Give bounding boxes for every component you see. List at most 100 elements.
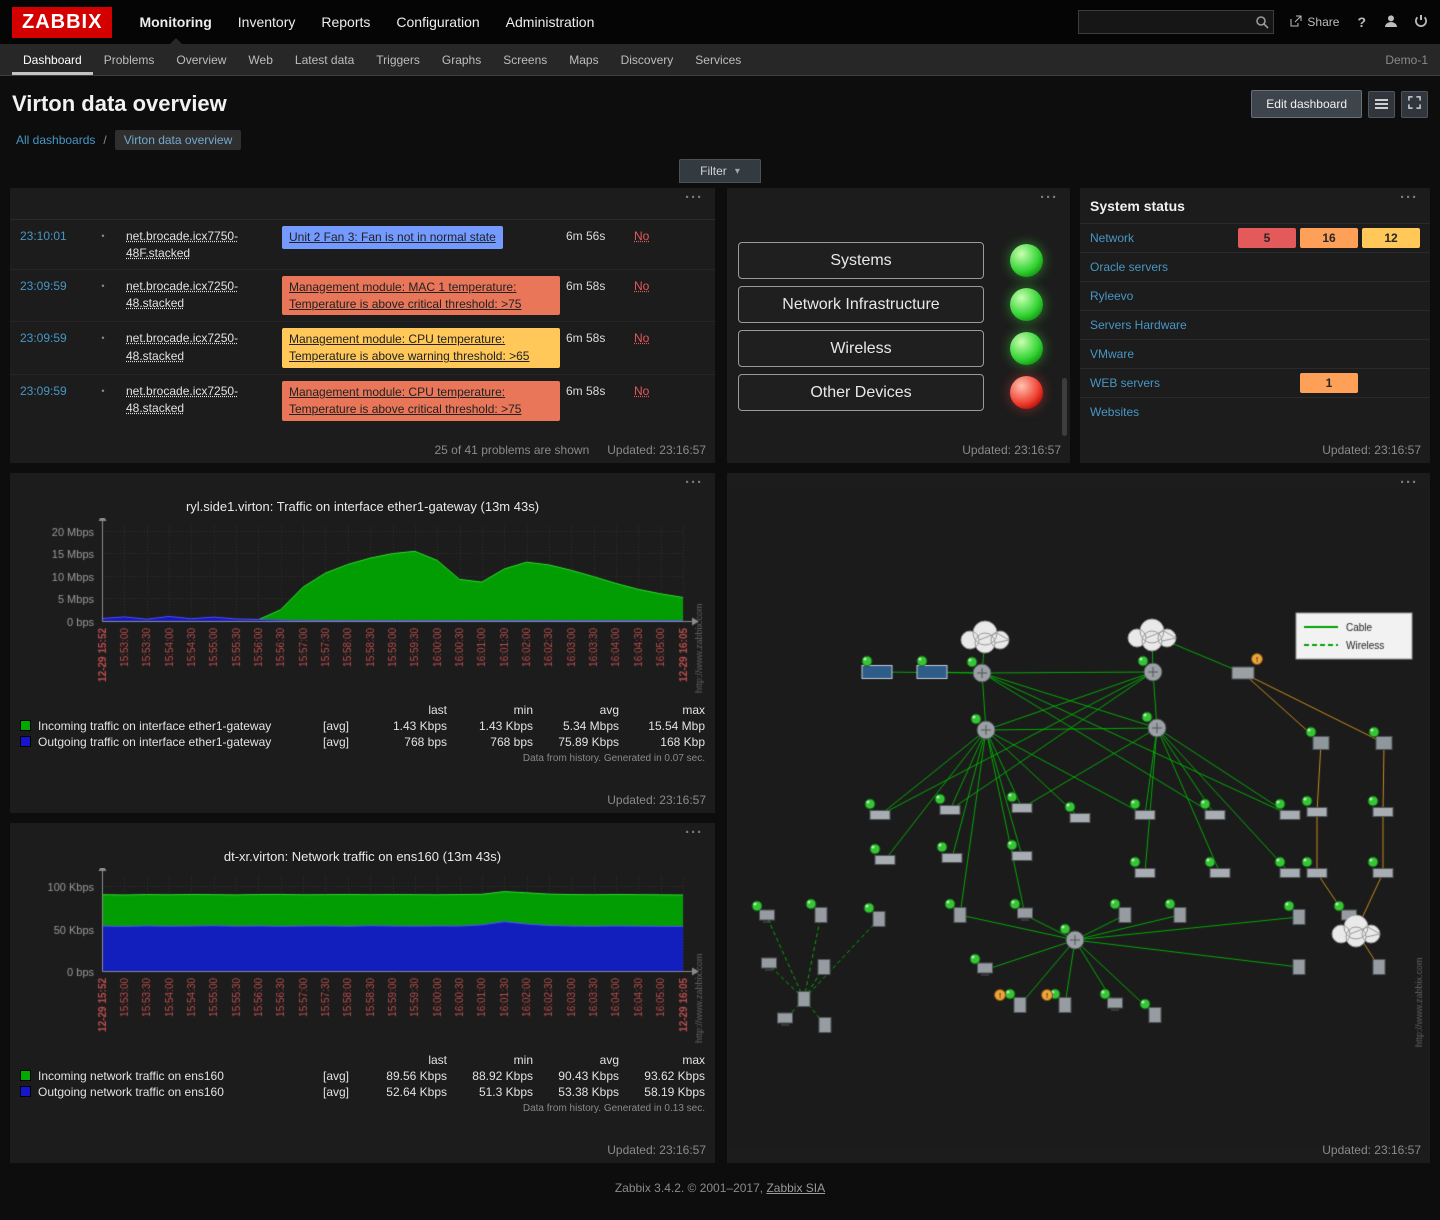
legend-row: Incoming network traffic on ens160[avg]8…: [18, 1068, 707, 1084]
tab-dashboard[interactable]: Dashboard: [12, 44, 93, 75]
widget-updated: Updated: 23:16:57: [962, 443, 1061, 457]
problem-host-link[interactable]: net.brocade.icx7250-48.stacked: [126, 328, 276, 365]
status-group-link[interactable]: Network: [1090, 231, 1134, 245]
user-icon: [1384, 14, 1398, 31]
widget-menu-button[interactable]: ···: [679, 823, 709, 842]
widget-menu-button[interactable]: ···: [1394, 188, 1424, 207]
problem-count-badge[interactable]: 1: [1300, 373, 1358, 393]
traffic-graph-canvas-2[interactable]: [18, 868, 707, 1052]
tab-web[interactable]: Web: [237, 44, 283, 75]
problem-link[interactable]: Management module: MAC 1 temperature: Te…: [282, 276, 560, 316]
problem-link[interactable]: Unit 2 Fan 3: Fan is not in normal state: [282, 226, 503, 249]
status-group-link[interactable]: Oracle servers: [1090, 260, 1168, 274]
problem-ack-link[interactable]: No: [634, 226, 684, 243]
problem-link[interactable]: Management module: CPU temperature: Temp…: [282, 328, 560, 368]
badge-area: [1238, 315, 1420, 335]
tab-latest-data[interactable]: Latest data: [284, 44, 365, 75]
tab-screens[interactable]: Screens: [492, 44, 558, 75]
widget-menu-button[interactable]: ···: [679, 473, 709, 492]
status-group-link[interactable]: Ryleevo: [1090, 289, 1133, 303]
tab-triggers[interactable]: Triggers: [365, 44, 431, 75]
problem-ack-link[interactable]: No: [634, 381, 684, 398]
widget-menu-button[interactable]: ···: [1034, 188, 1064, 207]
dashboard-list-button[interactable]: [1368, 91, 1395, 118]
search-icon[interactable]: [1255, 15, 1269, 29]
network-map-widget: ··· Updated: 23:16:57: [727, 473, 1430, 1163]
legend-row: Incoming traffic on interface ether1-gat…: [18, 718, 707, 734]
problem-host-link[interactable]: net.brocade.icx7750-48F.stacked: [126, 226, 276, 263]
menu-monitoring[interactable]: Monitoring: [126, 0, 224, 44]
legend-row: Outgoing network traffic on ens160[avg]5…: [18, 1084, 707, 1100]
tab-graphs[interactable]: Graphs: [431, 44, 492, 75]
widget-updated: Updated: 23:16:57: [607, 1143, 706, 1157]
share-button[interactable]: Share: [1290, 15, 1339, 30]
unack-dot-icon: •: [86, 381, 120, 396]
problem-time-link[interactable]: 23:10:01: [20, 226, 80, 243]
badge-area: [1238, 402, 1420, 422]
widget-menu-button[interactable]: ···: [679, 188, 709, 207]
traffic-graph-canvas-1[interactable]: [18, 518, 707, 702]
status-orb-green: [1010, 332, 1043, 365]
menu-configuration[interactable]: Configuration: [383, 0, 492, 44]
zabbix-sia-link[interactable]: Zabbix SIA: [766, 1181, 825, 1195]
unack-dot-icon: •: [86, 226, 120, 241]
legend-swatch: [20, 720, 31, 731]
widget-menu-button[interactable]: ···: [1394, 473, 1424, 492]
profile-button[interactable]: [1384, 14, 1398, 31]
graph-title: dt-xr.virton: Network traffic on ens160 …: [10, 823, 715, 864]
problem-duration: 6m 58s: [566, 276, 628, 293]
problems-footer: 25 of 41 problems are shown Updated: 23:…: [434, 443, 706, 457]
legend-header: avg: [535, 1052, 621, 1068]
scrollbar[interactable]: [1062, 378, 1067, 436]
map-nav-button-systems[interactable]: Systems: [738, 242, 984, 279]
status-group-link[interactable]: Servers Hardware: [1090, 318, 1187, 332]
problem-time-link[interactable]: 23:09:59: [20, 276, 80, 293]
breadcrumb-all-dashboards[interactable]: All dashboards: [16, 133, 95, 147]
menu-administration[interactable]: Administration: [493, 0, 608, 44]
search-input[interactable]: [1085, 14, 1255, 30]
breadcrumb-current[interactable]: Virton data overview: [115, 130, 242, 150]
menu-reports[interactable]: Reports: [308, 0, 383, 44]
problem-link[interactable]: Management module: CPU temperature: Temp…: [282, 381, 560, 421]
map-nav-button-wireless[interactable]: Wireless: [738, 330, 984, 367]
problem-duration: 6m 58s: [566, 381, 628, 398]
edit-dashboard-button[interactable]: Edit dashboard: [1251, 90, 1362, 118]
tab-services[interactable]: Services: [684, 44, 752, 75]
network-map-canvas[interactable]: [729, 487, 1428, 1147]
system-status-table: Network 51612 Oracle servers Ryleevo Servers…: [1080, 223, 1430, 426]
map-nav-button-network-infrastructure[interactable]: Network Infrastructure: [738, 286, 984, 323]
traffic-graph-widget-2: ··· dt-xr.virton: Network traffic on ens…: [10, 823, 715, 1163]
graph-legend-table: lastminavgmaxIncoming network traffic on…: [18, 1052, 707, 1100]
map-nav-button-other-devices[interactable]: Other Devices: [738, 374, 984, 411]
tab-problems[interactable]: Problems: [93, 44, 166, 75]
status-group-link[interactable]: Websites: [1090, 405, 1139, 419]
problem-count-badge[interactable]: 5: [1238, 228, 1296, 248]
fullscreen-icon: [1408, 96, 1421, 112]
widget-title: System status: [1080, 188, 1430, 223]
problem-ack-link[interactable]: No: [634, 328, 684, 345]
widget-updated: Updated: 23:16:57: [1322, 1143, 1421, 1157]
map-nav-row: Other Devices: [738, 374, 1070, 411]
problem-host-link[interactable]: net.brocade.icx7250-48.stacked: [126, 381, 276, 418]
tab-discovery[interactable]: Discovery: [610, 44, 685, 75]
help-button[interactable]: ?: [1355, 14, 1368, 30]
status-group-link[interactable]: WEB servers: [1090, 376, 1160, 390]
page-header-actions: Edit dashboard: [1251, 90, 1428, 118]
filter-toggle-button[interactable]: Filter ▾: [679, 159, 761, 183]
zabbix-logo[interactable]: ZABBIX: [12, 7, 112, 38]
tab-overview[interactable]: Overview: [165, 44, 237, 75]
signout-button[interactable]: [1414, 14, 1428, 31]
problem-ack-link[interactable]: No: [634, 276, 684, 293]
problem-host-link[interactable]: net.brocade.icx7250-48.stacked: [126, 276, 276, 313]
menu-inventory[interactable]: Inventory: [225, 0, 309, 44]
graph-legend: lastminavgmaxIncoming network traffic on…: [18, 1052, 707, 1100]
problem-time-link[interactable]: 23:09:59: [20, 381, 80, 398]
status-row: Ryleevo: [1080, 281, 1430, 310]
tab-maps[interactable]: Maps: [558, 44, 609, 75]
problem-count-badge[interactable]: 12: [1362, 228, 1420, 248]
status-group-link[interactable]: VMware: [1090, 347, 1134, 361]
problem-count-badge[interactable]: 16: [1300, 228, 1358, 248]
problem-time-link[interactable]: 23:09:59: [20, 328, 80, 345]
status-row: Servers Hardware: [1080, 310, 1430, 339]
fullscreen-button[interactable]: [1401, 91, 1428, 118]
